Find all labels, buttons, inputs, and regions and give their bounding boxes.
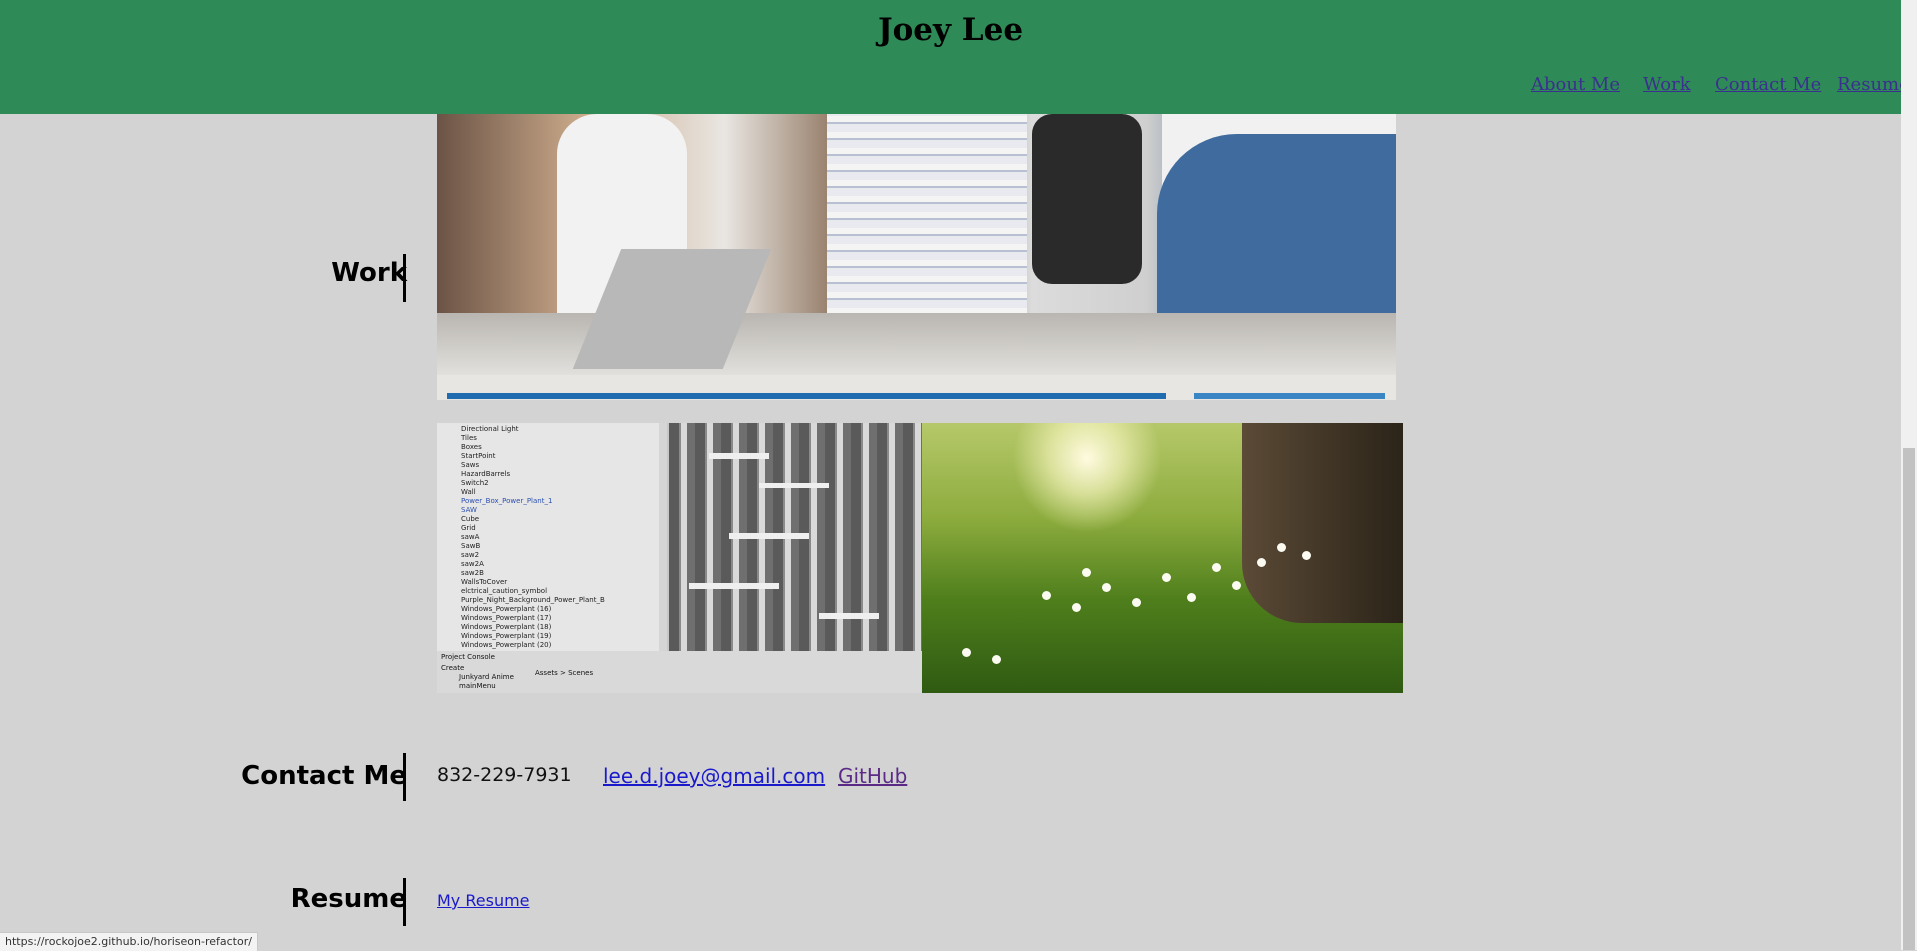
hierarchy-item: Boxes [461, 443, 482, 451]
flower [1277, 543, 1286, 552]
hierarchy-item: Directional Light [461, 425, 519, 433]
editor-assets-path: Assets > Scenes [535, 669, 594, 677]
hierarchy-item: SawB [461, 542, 481, 550]
sunlight [1012, 423, 1162, 533]
hierarchy-item: saw2A [461, 560, 484, 568]
editor-scene-view [669, 423, 922, 651]
page-scrollbar-thumb[interactable] [1903, 448, 1915, 950]
hierarchy-item: elctrical_caution_symbol [461, 587, 548, 595]
hierarchy-item: WallsToCover [461, 578, 508, 586]
hierarchy-item: Power_Box_Power_Plant_1 [461, 497, 553, 505]
flower [1102, 583, 1111, 592]
hero-person-striped-shirt [827, 114, 1027, 324]
nav-link-resume[interactable]: Resume [1837, 74, 1910, 95]
flower [1302, 551, 1311, 560]
nav-link-work[interactable]: Work [1643, 74, 1691, 95]
resume-heading: Resume [290, 884, 407, 914]
editor-hierarchy-panel: Directional Light Tiles Boxes StartPoint… [437, 423, 667, 651]
flower [1132, 598, 1141, 607]
flower [1162, 573, 1171, 582]
hierarchy-item: HazardBarrels [461, 470, 511, 478]
hierarchy-item: Purple_Night_Background_Power_Plant_B [461, 596, 605, 604]
flower [1072, 603, 1081, 612]
game-project-thumbnail[interactable]: Directional Light Tiles Boxes StartPoint… [437, 423, 922, 693]
contact-github-link[interactable]: GitHub [838, 764, 907, 788]
hierarchy-item: saw2B [461, 569, 484, 577]
hierarchy-item: StartPoint [461, 452, 496, 460]
work-hero-image[interactable] [437, 114, 1396, 375]
nature-project-thumbnail[interactable] [922, 423, 1403, 693]
scene-platform [819, 613, 879, 619]
editor-asset-item: Junkyard Anime [459, 673, 514, 681]
hierarchy-item: Windows_Powerplant (19) [461, 632, 552, 640]
editor-bottom-tabs: Project Console [441, 653, 495, 661]
flower [1187, 593, 1196, 602]
hierarchy-item: saw2 [461, 551, 480, 559]
hierarchy-item: Switch2 [461, 479, 489, 487]
scene-platform [729, 533, 809, 539]
flower [1042, 591, 1051, 600]
contact-heading-divider [403, 753, 406, 801]
editor-hierarchy-scrollbar [659, 423, 667, 651]
flower [1232, 581, 1241, 590]
work-heading-divider [403, 254, 406, 302]
nav-link-about-me[interactable]: About Me [1531, 74, 1620, 95]
contact-phone: 832-229-7931 [437, 764, 572, 786]
tree-trunk [1242, 423, 1403, 623]
contact-heading: Contact Me [241, 761, 407, 791]
hierarchy-item: SAW [461, 506, 477, 514]
hero-accent-bar-secondary [1194, 393, 1385, 399]
hierarchy-item: Tiles [461, 434, 477, 442]
scene-platform [759, 483, 829, 488]
flower [962, 648, 971, 657]
hierarchy-item: Windows_Powerplant (18) [461, 623, 552, 631]
flower [992, 655, 1001, 664]
hierarchy-item: Windows_Powerplant (17) [461, 614, 552, 622]
work-heading: Work [331, 258, 407, 288]
status-bar-url: https://rockojoe2.github.io/horiseon-ref… [0, 932, 258, 951]
site-header: Joey Lee About Me Work Contact Me Resume [0, 0, 1910, 114]
scene-platform [709, 453, 769, 459]
flower [1257, 558, 1266, 567]
scene-platform [689, 583, 779, 589]
hierarchy-item: Saws [461, 461, 480, 469]
flower [1212, 563, 1221, 572]
nav-link-contact-me[interactable]: Contact Me [1715, 74, 1821, 95]
resume-heading-divider [403, 878, 406, 926]
editor-create-label: Create [441, 664, 465, 672]
hierarchy-item: Windows_Powerplant (20) [461, 641, 552, 649]
hierarchy-item: Windows_Powerplant (16) [461, 605, 552, 613]
hero-chair [1032, 114, 1142, 284]
editor-asset-item: mainMenu [459, 682, 496, 690]
editor-project-panel: Project Console Create Assets > Scenes J… [437, 651, 922, 693]
resume-link[interactable]: My Resume [437, 891, 530, 910]
contact-email-link[interactable]: lee.d.joey@gmail.com [603, 764, 825, 788]
site-title: Joey Lee [877, 12, 1024, 48]
flower [1082, 568, 1091, 577]
hierarchy-item: sawA [461, 533, 480, 541]
hierarchy-item: Cube [461, 515, 480, 523]
hero-accent-bar [447, 393, 1166, 399]
hierarchy-item: Grid [461, 524, 476, 532]
hierarchy-item: Wall [461, 488, 476, 496]
